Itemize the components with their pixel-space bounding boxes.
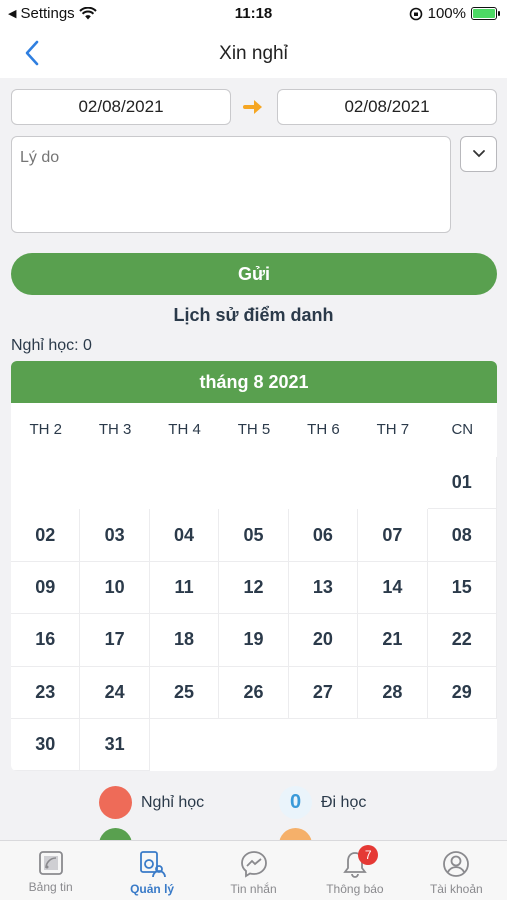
tab-bar: Bảng tin Quản lý Tin nhắn 7 Thông báo Tà… [0, 840, 507, 900]
weekday-label: TH 3 [98, 421, 132, 438]
calendar-empty-cell [80, 457, 149, 509]
calendar-day[interactable]: 18 [149, 614, 220, 667]
calendar-day[interactable]: 03 [80, 509, 150, 562]
calendar-day[interactable]: 02 [11, 509, 81, 562]
calendar-day[interactable]: 12 [219, 561, 289, 615]
battery-icon [471, 7, 500, 20]
tab-label: Thông báo [326, 882, 384, 896]
tab-messages[interactable]: Tin nhắn [203, 841, 304, 900]
from-date-field[interactable]: 02/08/2021 [11, 89, 231, 125]
battery-percent: 100% [427, 5, 466, 22]
status-bar: ◀ Settings 11:18 100% [0, 0, 507, 30]
legend-absent: Nghỉ học [99, 786, 204, 819]
present-count-dot: 0 [279, 786, 312, 819]
calendar-day[interactable]: 21 [358, 614, 428, 667]
calendar-day[interactable]: 20 [288, 614, 359, 667]
tab-account[interactable]: Tài khoản [406, 841, 507, 900]
user-icon [443, 851, 470, 877]
calendar-day[interactable]: 26 [219, 666, 289, 719]
tab-newsfeed[interactable]: Bảng tin [0, 841, 101, 900]
calendar: tháng 8 2021 TH 2 TH 3 TH 4 TH 5 TH 6 TH 7 CN … [11, 361, 497, 771]
calendar-days: 01 02 03 04 05 06 07 08 09 10 11 12 13 14 15 16 17 18 19 20… [11, 457, 497, 771]
calendar-day[interactable]: 11 [149, 561, 220, 615]
reason-dropdown-button[interactable] [460, 136, 497, 172]
reason-input[interactable] [11, 136, 451, 233]
send-button[interactable]: Gửi [11, 253, 497, 295]
chevron-down-icon [473, 150, 485, 158]
attendance-history-title: Lịch sử điểm danh [173, 305, 334, 325]
calendar-day[interactable]: 07 [358, 509, 428, 562]
calendar-empty-cell [358, 457, 427, 509]
calendar-day[interactable]: 04 [149, 509, 220, 562]
messenger-icon [240, 851, 267, 878]
status-right: 100% [409, 5, 500, 22]
calendar-day[interactable]: 14 [358, 561, 428, 615]
tab-management[interactable]: Quản lý [101, 841, 202, 900]
to-date-field[interactable]: 02/08/2021 [277, 89, 497, 125]
rotation-lock-icon [409, 7, 422, 20]
calendar-day[interactable]: 19 [219, 614, 289, 667]
calendar-day[interactable]: 29 [427, 666, 497, 719]
weekday-label: CN [451, 421, 474, 438]
calendar-day[interactable]: 10 [80, 561, 150, 615]
weekday-label: TH 4 [168, 421, 201, 438]
notification-badge: 7 [358, 845, 379, 865]
calendar-weekdays: TH 2 TH 3 TH 4 TH 5 TH 6 TH 7 CN [11, 403, 497, 457]
legend-present: 0 Đi học [279, 786, 366, 819]
calendar-empty-cell [219, 457, 288, 509]
newsfeed-icon [38, 851, 63, 875]
weekday-label: TH 2 [29, 421, 62, 438]
calendar-day[interactable]: 28 [358, 666, 428, 719]
weekday-label: TH 7 [376, 421, 410, 438]
calendar-day[interactable]: 31 [80, 718, 150, 771]
calendar-day[interactable]: 17 [80, 614, 150, 667]
absent-dot [99, 786, 132, 819]
tab-label: Bảng tin [28, 880, 73, 894]
calendar-day[interactable]: 24 [80, 666, 150, 719]
arrow-right-icon [243, 100, 262, 114]
absent-count: Nghỉ học: 0 [11, 337, 92, 354]
calendar-day[interactable]: 05 [219, 509, 289, 562]
weekday-label: TH 6 [307, 421, 340, 438]
calendar-day[interactable]: 16 [11, 614, 81, 667]
management-icon [140, 851, 167, 878]
page-title: Xin nghỉ [219, 43, 288, 64]
calendar-empty-cell [150, 457, 219, 509]
calendar-empty-cell [289, 457, 358, 509]
tab-label: Tin nhắn [230, 882, 277, 896]
tab-notifications[interactable]: 7 Thông báo [304, 841, 405, 900]
tab-label: Tài khoản [429, 882, 483, 896]
tab-label: Quản lý [130, 882, 175, 896]
calendar-day[interactable]: 23 [11, 666, 81, 719]
calendar-day[interactable]: 09 [11, 561, 81, 615]
calendar-day[interactable]: 08 [427, 509, 497, 562]
legend-present-label: Đi học [321, 793, 367, 811]
calendar-day[interactable]: 06 [288, 509, 359, 562]
nav-bar: Xin nghỉ [0, 30, 507, 78]
calendar-day[interactable]: 15 [427, 561, 497, 615]
calendar-day[interactable]: 25 [149, 666, 220, 719]
calendar-day[interactable]: 27 [288, 666, 359, 719]
calendar-month-title: tháng 8 2021 [11, 361, 497, 403]
calendar-empty-cell [11, 457, 80, 509]
calendar-day[interactable]: 30 [11, 718, 81, 771]
calendar-day[interactable]: 01 [427, 457, 497, 510]
calendar-day[interactable]: 22 [427, 614, 497, 667]
weekday-label: TH 5 [237, 421, 271, 438]
calendar-day[interactable]: 13 [288, 561, 359, 615]
legend-absent-label: Nghỉ học [141, 793, 205, 811]
